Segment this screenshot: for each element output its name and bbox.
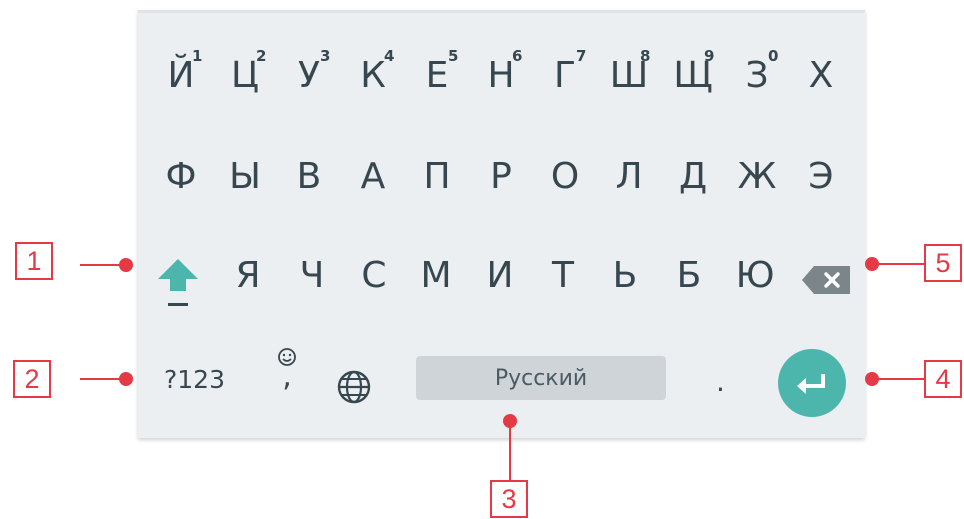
key-letter: Н — [487, 55, 515, 96]
key-21[interactable]: Ж — [730, 156, 784, 197]
key-10[interactable]: З0 — [730, 47, 784, 96]
key-letter: Е — [425, 55, 449, 96]
callout-5: 5 — [924, 244, 962, 282]
key-3[interactable]: У3 — [282, 47, 336, 96]
key-25[interactable]: С — [347, 255, 401, 296]
key-hint: 8 — [640, 47, 651, 65]
callout-dot-1 — [119, 258, 133, 272]
comma-label: , — [282, 359, 292, 394]
callout-dot-3 — [503, 414, 517, 428]
key-23[interactable]: Я — [221, 255, 275, 296]
backspace-key[interactable] — [798, 262, 854, 298]
key-1[interactable]: Й1 — [154, 47, 208, 96]
key-letter: Х — [808, 55, 834, 96]
key-5[interactable]: Е5 — [410, 47, 464, 96]
key-26[interactable]: М — [409, 255, 463, 296]
enter-return-icon — [797, 374, 825, 394]
key-hint: 7 — [576, 47, 587, 65]
key-29[interactable]: Ь — [598, 255, 652, 296]
key-22[interactable]: Э — [794, 156, 848, 197]
space-bar[interactable]: Русский — [416, 356, 666, 400]
callout-line-3 — [509, 420, 511, 480]
callout-line-5 — [872, 263, 924, 265]
key-hint: 6 — [512, 47, 523, 65]
key-13[interactable]: Ы — [218, 156, 272, 197]
keyboard-panel: Й1 Ц2 У3 К4 Е5 Н6 Г7 Ш8 Щ9 З0 Х Ф Ы В А … — [138, 10, 865, 438]
callout-label: 2 — [24, 363, 40, 394]
key-9[interactable]: Щ9 — [666, 47, 720, 96]
key-letter: У — [298, 55, 320, 96]
shift-key[interactable] — [156, 257, 200, 313]
key-6[interactable]: Н6 — [474, 47, 528, 96]
callout-3: 3 — [490, 480, 528, 518]
callout-line-1 — [80, 264, 124, 266]
key-14[interactable]: В — [282, 156, 336, 197]
key-18[interactable]: О — [538, 156, 592, 197]
key-27[interactable]: И — [473, 255, 527, 296]
space-language-label: Русский — [494, 365, 588, 391]
key-hint: 5 — [448, 47, 459, 65]
emoji-comma-key[interactable]: , — [270, 347, 304, 407]
callout-dot-2 — [119, 372, 133, 386]
symbols-key[interactable]: ?123 — [164, 365, 225, 394]
key-4[interactable]: К4 — [346, 47, 400, 96]
callout-4: 4 — [924, 360, 962, 398]
callout-dot-5 — [865, 257, 879, 271]
callout-line-4 — [872, 378, 924, 380]
key-15[interactable]: А — [346, 156, 400, 197]
key-16[interactable]: П — [410, 156, 464, 197]
key-19[interactable]: Л — [602, 156, 656, 197]
callout-1: 1 — [15, 242, 53, 280]
backspace-icon — [802, 266, 850, 294]
globe-icon — [337, 370, 371, 404]
callout-label: 4 — [935, 363, 951, 394]
key-hint: 1 — [192, 47, 203, 65]
shift-arrow-icon — [158, 259, 198, 306]
key-24[interactable]: Ч — [285, 255, 339, 296]
globe-key[interactable] — [336, 369, 372, 405]
key-hint: 2 — [256, 47, 267, 65]
callout-label: 1 — [26, 245, 42, 276]
key-17[interactable]: Р — [474, 156, 528, 197]
key-letter: Ц — [231, 55, 259, 96]
callout-dot-4 — [865, 372, 879, 386]
callout-label: 5 — [935, 247, 951, 278]
key-2[interactable]: Ц2 — [218, 47, 272, 96]
key-11[interactable]: Х — [794, 55, 848, 96]
key-7[interactable]: Г7 — [538, 47, 592, 96]
key-hint: 3 — [320, 47, 331, 65]
key-12[interactable]: Ф — [154, 156, 208, 197]
key-28[interactable]: Т — [536, 255, 590, 296]
callout-label: 3 — [501, 483, 517, 514]
key-hint: 0 — [768, 47, 779, 65]
period-key[interactable]: . — [716, 365, 725, 398]
key-31[interactable]: Ю — [728, 255, 782, 296]
key-letter: Й — [167, 55, 195, 96]
callout-line-2 — [80, 378, 124, 380]
callout-2: 2 — [13, 360, 51, 398]
enter-button[interactable] — [778, 349, 846, 417]
key-letter: К — [360, 55, 386, 96]
key-20[interactable]: Д — [666, 156, 720, 197]
key-8[interactable]: Ш8 — [602, 47, 656, 96]
key-30[interactable]: Б — [662, 255, 716, 296]
key-hint: 9 — [704, 47, 715, 65]
key-letter: Г — [554, 55, 576, 96]
key-hint: 4 — [384, 47, 395, 65]
key-letter: З — [745, 55, 769, 96]
